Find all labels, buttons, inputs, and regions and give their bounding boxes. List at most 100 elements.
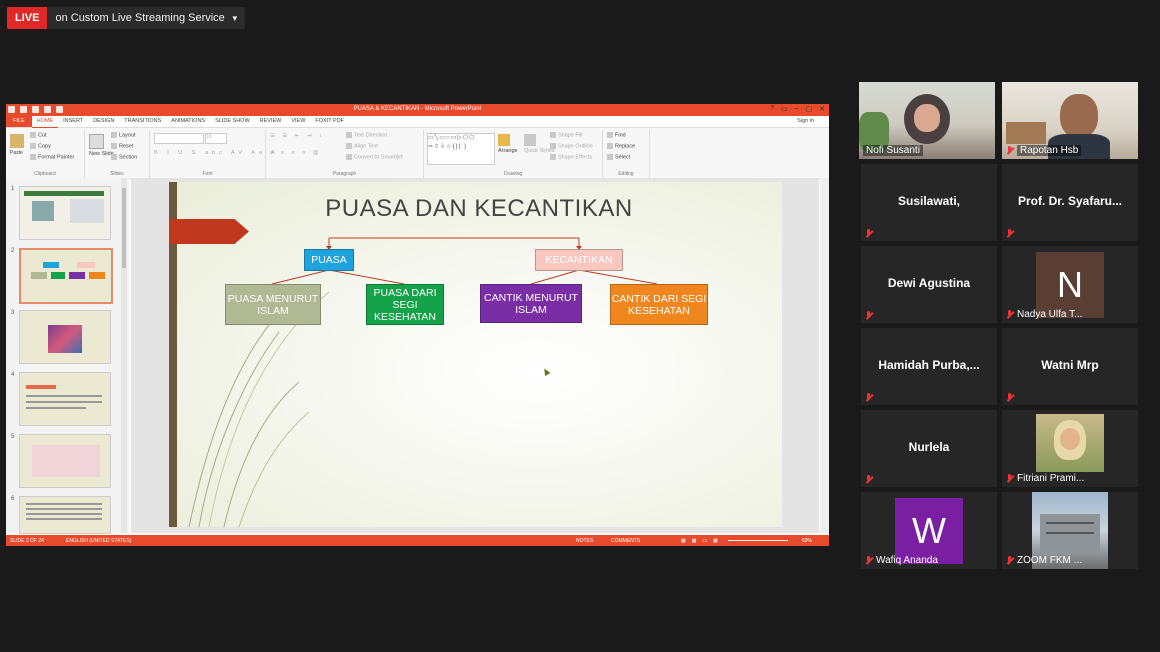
slide-editing-canvas[interactable]: PUASA DAN KECANTIKAN PUASA KECANTIKAN PU… <box>131 178 819 533</box>
slide-thumbnail-6[interactable] <box>19 496 111 534</box>
mic-muted-icon <box>1006 556 1013 565</box>
reset-label: Reset <box>119 143 134 150</box>
slide-thumbnail-4[interactable] <box>19 372 111 426</box>
tab-slide-show[interactable]: SLIDE SHOW <box>210 116 255 127</box>
participant-tile-nadya-ulfa[interactable]: N Nadya Ulfa T... <box>1002 246 1138 323</box>
status-bar: SLIDE 2 OF 24 ENGLISH (UNITED STATES) NO… <box>6 535 829 546</box>
scrollbar-thumb[interactable] <box>122 188 126 268</box>
participant-tile-susilawati[interactable]: Susilawati, <box>861 164 997 241</box>
participant-tile-rapotan-hsb[interactable]: Rapotan Hsb <box>1002 82 1138 159</box>
box-puasa[interactable]: PUASA <box>304 249 354 271</box>
ribbon-display-icon[interactable]: ▭ <box>781 105 788 113</box>
box-puasa-menurut-islam[interactable]: PUASA MENURUT ISLAM <box>225 284 321 325</box>
tab-file[interactable]: FILE <box>6 116 32 127</box>
group-font: 18 B I U S abc AV Aa A Font <box>150 130 275 178</box>
text-direction-icon <box>346 132 352 138</box>
current-slide[interactable]: PUASA DAN KECANTIKAN PUASA KECANTIKAN PU… <box>169 182 782 527</box>
slide-title[interactable]: PUASA DAN KECANTIKAN <box>309 195 649 223</box>
tab-animations[interactable]: ANIMATIONS <box>166 116 210 127</box>
font-format-buttons[interactable]: B I U S abc AV Aa A <box>154 150 279 156</box>
participant-tile-nurlela[interactable]: Nurlela <box>861 410 997 487</box>
shape-effects-button[interactable]: Shape Effects <box>550 154 592 160</box>
canvas-scrollbar[interactable] <box>820 178 829 533</box>
zoom-level[interactable]: 69% <box>802 538 812 544</box>
slide-thumbnail-5[interactable] <box>19 434 111 488</box>
slide-thumbnail-2[interactable] <box>19 248 113 304</box>
group-label: Clipboard <box>34 171 56 177</box>
search-icon <box>607 132 613 138</box>
tab-transitions[interactable]: TRANSITIONS <box>119 116 166 127</box>
slide-number: 1 <box>11 186 15 192</box>
maximize-icon[interactable]: ▢ <box>806 105 813 113</box>
group-slides: New Slide Layout Reset Section Slides <box>85 130 150 178</box>
quick-styles-icon <box>524 134 536 146</box>
box-cantik-dari-segi-kesehatan[interactable]: CANTIK DARI SEGI KESEHATAN <box>610 284 708 325</box>
slide-thumbnail-1[interactable] <box>19 186 111 240</box>
find-button[interactable]: Find <box>607 132 626 138</box>
list-buttons[interactable]: ☰ ☰ ⇤ ⇥ ↕ <box>270 133 325 139</box>
participant-tile-zoom-fkm[interactable]: ZOOM FKM ... <box>1002 492 1138 569</box>
participant-tile-hamidah-purba[interactable]: Hamidah Purba,... <box>861 328 997 405</box>
shapes-gallery[interactable]: ▭╲▭○▭▷⬠⬡ ⇨⇧⇩☆{}( ) <box>427 133 495 165</box>
select-button[interactable]: Select <box>607 154 630 160</box>
align-text-label: Align Text <box>354 143 378 150</box>
copy-icon <box>30 143 36 149</box>
paste-button[interactable]: Paste <box>10 134 26 156</box>
section-button[interactable]: Section <box>111 154 137 160</box>
zoom-slider[interactable] <box>728 540 788 541</box>
slide-arrow-shape <box>169 219 249 244</box>
cut-button[interactable]: Cut <box>30 132 47 138</box>
participant-name: Rapotan Hsb <box>1017 145 1082 156</box>
comments-button[interactable]: COMMENTS <box>611 538 640 544</box>
participant-tile-dewi-agustina[interactable]: Dewi Agustina <box>861 246 997 323</box>
replace-label: Replace <box>615 143 636 150</box>
align-buttons[interactable]: ≡ ≡ ≡ ≡ ▥ <box>270 150 321 156</box>
participant-tile-watni-mrp[interactable]: Watni Mrp <box>1002 328 1138 405</box>
live-stream-bar[interactable]: LIVE on Custom Live Streaming Service ▼ <box>7 7 245 29</box>
box-cantik-menurut-islam[interactable]: CANTIK MENURUT ISLAM <box>480 284 582 323</box>
chevron-down-icon[interactable]: ▼ <box>231 14 245 23</box>
align-text-button[interactable]: Align Text <box>346 143 378 149</box>
participant-tile-fitriani[interactable]: Fitriani Prami... <box>1002 410 1138 487</box>
convert-smartart-button[interactable]: Convert to SmartArt <box>346 154 403 160</box>
replace-button[interactable]: Replace <box>607 143 635 149</box>
minimize-icon[interactable]: – <box>795 105 799 113</box>
arrange-button[interactable]: Arrange <box>498 134 518 154</box>
tab-insert[interactable]: INSERT <box>58 116 88 127</box>
thumbnails-scrollbar[interactable] <box>121 178 127 533</box>
participant-tile-prof-syafaruddin[interactable]: Prof. Dr. Syafaru... <box>1002 164 1138 241</box>
ribbon-tabs: FILE HOME INSERT DESIGN TRANSITIONS ANIM… <box>6 116 829 128</box>
format-painter-button[interactable]: Format Painter <box>30 154 74 160</box>
layout-button[interactable]: Layout <box>111 132 136 138</box>
tab-design[interactable]: DESIGN <box>88 116 119 127</box>
help-icon[interactable]: ? <box>770 105 774 113</box>
shape-fill-button[interactable]: Shape Fill <box>550 132 582 138</box>
shape-outline-button[interactable]: Shape Outline <box>550 143 593 149</box>
participant-tile-nofi-susanti[interactable]: Nofi Susanti <box>859 82 995 159</box>
language-indicator[interactable]: ENGLISH (UNITED STATES) <box>66 538 131 544</box>
tab-foxit-pdf[interactable]: FOXIT PDF <box>310 116 349 127</box>
slide-number: 2 <box>11 248 15 254</box>
tab-review[interactable]: REVIEW <box>255 116 287 127</box>
close-icon[interactable]: ✕ <box>819 105 825 113</box>
participant-name-label: Wafiq Ananda <box>865 555 938 566</box>
participant-display-name: Nurlela <box>908 440 950 454</box>
view-buttons[interactable]: ▦▦▭▣ <box>681 538 724 544</box>
box-kecantikan[interactable]: KECANTIKAN <box>535 249 623 271</box>
notes-button[interactable]: NOTES <box>576 538 593 544</box>
slide-thumbnail-3[interactable] <box>19 310 111 364</box>
tab-home[interactable]: HOME <box>31 116 59 128</box>
reset-button[interactable]: Reset <box>111 143 133 149</box>
font-family-select[interactable] <box>154 133 204 144</box>
text-direction-button[interactable]: Text Direction <box>346 132 387 138</box>
tab-view[interactable]: VIEW <box>286 116 310 127</box>
group-editing: Find Replace Select Editing <box>603 130 650 178</box>
participant-name: Fitriani Prami... <box>1017 473 1085 484</box>
box-puasa-dari-segi-kesehatan[interactable]: PUASA DARI SEGI KESEHATAN <box>366 284 444 325</box>
paste-icon <box>10 134 24 148</box>
copy-button[interactable]: Copy <box>30 143 51 149</box>
font-size-select[interactable]: 18 <box>205 133 227 144</box>
participant-tile-wafiq-ananda[interactable]: W Wafiq Ananda <box>861 492 997 569</box>
sign-in-link[interactable]: Sign in <box>792 116 819 127</box>
convert-smartart-label: Convert to SmartArt <box>354 154 403 161</box>
